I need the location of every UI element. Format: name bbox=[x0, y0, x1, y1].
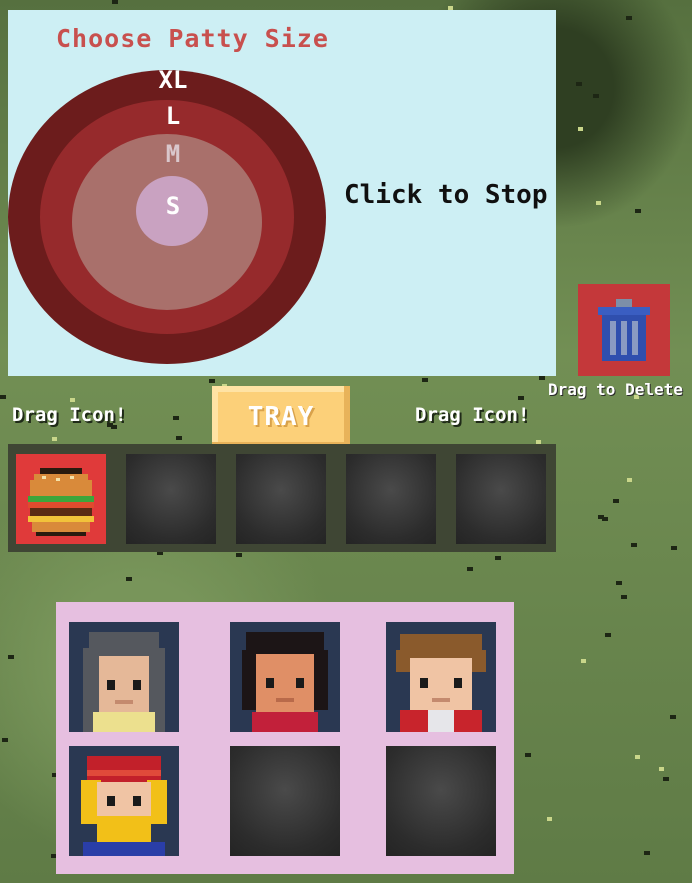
tray-slot-5[interactable] bbox=[456, 454, 546, 544]
grass-speck bbox=[605, 633, 611, 637]
tray-slot-2[interactable] bbox=[126, 454, 216, 544]
grass-speck bbox=[631, 543, 637, 547]
grass-speck bbox=[0, 395, 6, 399]
customer-slot-1[interactable] bbox=[69, 622, 179, 732]
patty-size-panel: Choose Patty Size XL L M S Click to Stop bbox=[8, 10, 556, 376]
grass-speck bbox=[422, 378, 428, 382]
drag-icon-label-left: Drag Icon! bbox=[12, 404, 127, 426]
drag-to-delete-label: Drag to Delete bbox=[548, 380, 683, 399]
customer-dark-hair-icon bbox=[242, 632, 328, 732]
click-to-stop-text: Click to Stop bbox=[344, 180, 548, 210]
grass-speck bbox=[547, 817, 552, 821]
trash-drop-zone[interactable] bbox=[578, 284, 670, 376]
tray-slot-4[interactable] bbox=[346, 454, 436, 544]
grass-speck bbox=[467, 567, 473, 571]
size-label-m: M bbox=[165, 140, 181, 168]
grass-speck bbox=[671, 546, 677, 550]
grass-speck bbox=[596, 201, 601, 205]
grass-speck bbox=[598, 515, 604, 519]
grass-speck bbox=[2, 738, 8, 742]
size-label-l: L bbox=[165, 102, 181, 130]
tray-bar bbox=[8, 444, 556, 552]
grass-speck bbox=[236, 553, 242, 557]
trash-can-icon bbox=[598, 299, 650, 361]
grass-speck bbox=[173, 416, 179, 420]
burger-icon[interactable] bbox=[16, 454, 106, 544]
grass-speck bbox=[176, 436, 182, 440]
drag-icon-label-right: Drag Icon! bbox=[415, 404, 530, 426]
grass-speck bbox=[518, 396, 524, 400]
grass-speck bbox=[613, 499, 619, 503]
tray-slot-1[interactable] bbox=[16, 454, 106, 544]
grass-speck bbox=[581, 659, 586, 663]
grass-speck bbox=[621, 595, 627, 599]
customer-slot-2[interactable] bbox=[230, 622, 340, 732]
grass-speck bbox=[525, 753, 531, 757]
tray-slot-3[interactable] bbox=[236, 454, 326, 544]
customer-panel bbox=[56, 602, 514, 874]
grass-speck bbox=[112, 0, 118, 4]
customer-slot-3[interactable] bbox=[386, 622, 496, 732]
grass-speck bbox=[578, 127, 583, 131]
customer-slot-5[interactable] bbox=[230, 746, 340, 856]
grass-speck bbox=[495, 556, 501, 560]
grass-speck bbox=[209, 379, 215, 383]
size-label-xl: XL bbox=[158, 66, 188, 94]
grass-speck bbox=[626, 16, 632, 20]
grass-speck bbox=[576, 82, 582, 86]
grass-speck bbox=[539, 376, 545, 380]
tray-button[interactable]: TRAY bbox=[212, 386, 350, 448]
grass-speck bbox=[593, 94, 599, 98]
grass-speck bbox=[663, 777, 669, 781]
grass-speck bbox=[627, 478, 632, 482]
grass-speck bbox=[644, 851, 650, 855]
grass-speck bbox=[635, 755, 640, 759]
customer-slot-6[interactable] bbox=[386, 746, 496, 856]
grass-speck bbox=[126, 577, 132, 581]
customer-brown-hair-icon bbox=[396, 634, 486, 732]
grass-speck bbox=[670, 715, 676, 719]
grass-speck bbox=[659, 767, 664, 771]
customer-slot-4[interactable] bbox=[69, 746, 179, 856]
customer-red-hat-icon bbox=[81, 756, 167, 856]
grass-speck bbox=[70, 398, 75, 402]
grass-speck bbox=[8, 655, 14, 659]
customer-gray-hair-icon bbox=[83, 632, 165, 732]
grass-speck bbox=[616, 581, 622, 585]
grass-speck bbox=[635, 209, 641, 213]
grass-speck bbox=[52, 437, 57, 441]
size-label-s: S bbox=[165, 192, 181, 220]
patty-title: Choose Patty Size bbox=[56, 24, 329, 53]
